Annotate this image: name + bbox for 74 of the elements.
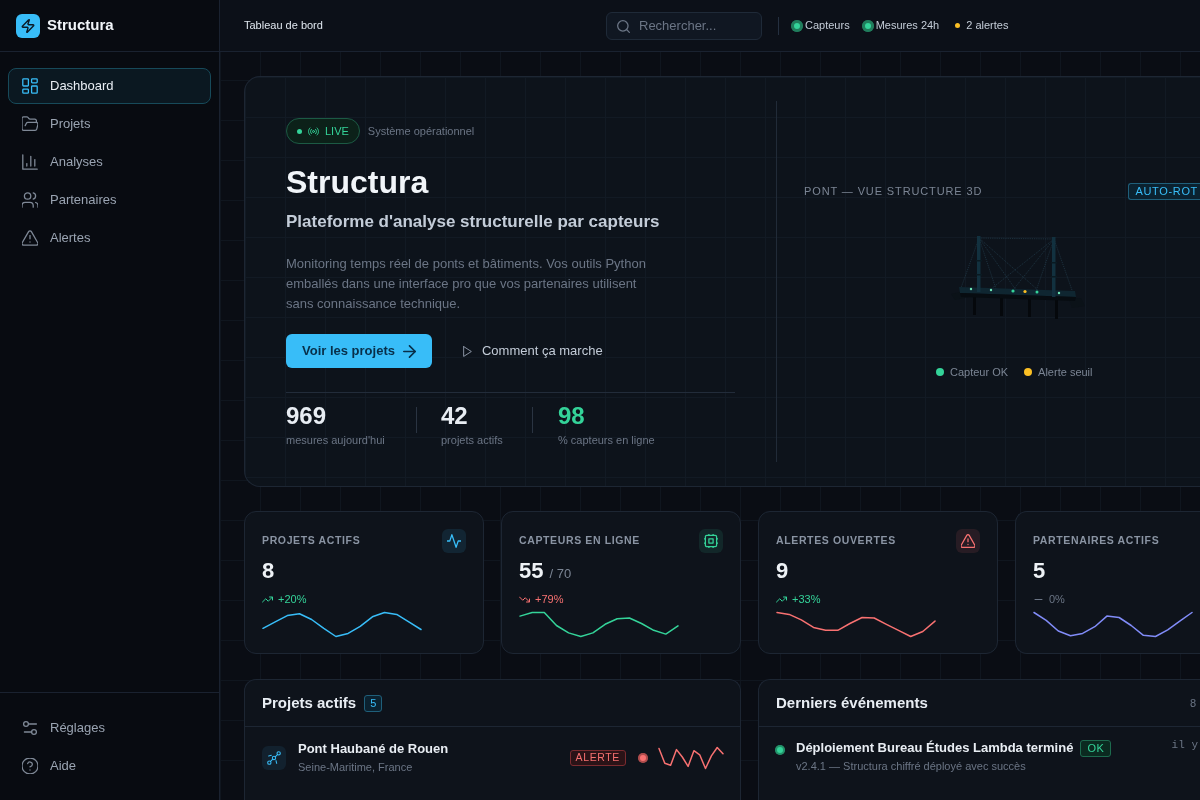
kpi-value: 8	[262, 557, 275, 585]
kpi-label: PARTENAIRES ACTIFS	[1033, 533, 1160, 549]
hero-subtitle: Plateforme d'analyse structurelle par capteurs	[286, 211, 661, 233]
kpi-label: CAPTEURS EN LIGNE	[519, 533, 640, 549]
how-it-works-button[interactable]: Comment ça marche	[447, 334, 617, 368]
kpi-value: 9	[776, 557, 789, 585]
stat-label: % capteurs en ligne	[558, 433, 655, 448]
warning-icon	[956, 529, 980, 553]
users-icon	[22, 192, 38, 208]
logo-bolt-icon	[16, 13, 40, 38]
play-icon	[461, 345, 473, 357]
nodes-icon	[262, 745, 286, 770]
folder-icon	[22, 116, 38, 132]
kpi-change: +79%	[535, 591, 564, 607]
sidebar-nav-item[interactable]: Projets	[8, 106, 211, 142]
legend-label: Alerte seuil	[1038, 364, 1093, 380]
stat-label: mesures aujourd'hui	[286, 433, 386, 448]
sidebar-nav-item[interactable]: Alertes	[8, 220, 211, 256]
search-icon	[617, 19, 630, 33]
chip-icon	[699, 529, 723, 553]
app-name: Structura	[47, 15, 114, 36]
kpi-label: ALERTES OUVERTES	[776, 533, 896, 549]
activity-icon	[442, 529, 466, 553]
help-icon	[22, 758, 38, 774]
system-status-text: Système opérationnel	[367, 123, 475, 139]
trending-up-icon	[262, 593, 273, 605]
status-label: Mesures 24h	[875, 18, 940, 34]
auto-rotate-tag: AUTO-ROT	[1128, 182, 1200, 200]
sidebar-nav-item[interactable]: Réglages	[8, 710, 211, 746]
search-field[interactable]: Rechercher...	[606, 11, 762, 40]
trending-down-icon	[519, 593, 530, 605]
stat-value: 42	[441, 402, 469, 430]
project-location: Seine-Maritime, France	[298, 760, 414, 774]
bar-chart-icon	[22, 154, 38, 170]
viewer-title: PONT — VUE STRUCTURE 3D	[804, 184, 983, 199]
warning-icon	[22, 230, 38, 246]
status-tag: OK	[1080, 739, 1112, 757]
dashboard-icon	[22, 78, 38, 94]
count-tag: 5	[364, 694, 383, 712]
status-label: Capteurs	[805, 18, 850, 34]
live-status-text: LIVE	[325, 123, 349, 139]
kpi-change: 0%	[1049, 591, 1065, 607]
status-label: 2 alertes	[966, 18, 1009, 34]
stat-label: projets actifs	[441, 433, 504, 448]
legend-label: Capteur OK	[950, 364, 1009, 380]
stat-value: 969	[286, 402, 328, 430]
kpi-total: / 70	[549, 565, 572, 583]
event-title: Déploiement Bureau Études Lambda terminé	[796, 739, 1074, 758]
sidebar-nav-item[interactable]: Analyses	[8, 144, 211, 180]
page-title: Tableau de bord	[244, 18, 324, 34]
panel-title: Derniers événements	[776, 692, 928, 713]
project-name: Pont Haubané de Rouen	[298, 741, 449, 757]
panel-title: Projets actifs	[262, 692, 357, 713]
sliders-icon	[22, 720, 38, 736]
kpi-value: 55	[519, 557, 544, 585]
broadcast-icon	[308, 125, 319, 137]
sparkline	[658, 745, 724, 770]
trending-up-icon	[776, 593, 787, 605]
stat-value: 98	[558, 402, 586, 430]
view-projects-button[interactable]: Voir les projets	[286, 334, 432, 368]
event-detail: v2.4.1 — Structura chiffré déployé avec succès	[796, 759, 1027, 773]
sidebar-nav-item[interactable]: Aide	[8, 748, 211, 784]
sidebar-nav-item[interactable]: Partenaires	[8, 182, 211, 218]
hero-description: Monitoring temps réel de ponts et bâtiments. Vos outils Python emballés dans une interface pro que vos partenaires utilisent sans connaissance technique.	[286, 255, 647, 313]
hero-title: Structura	[286, 163, 430, 202]
kpi-value: 5	[1033, 557, 1046, 585]
event-time: il y	[1171, 738, 1198, 753]
kpi-change: +20%	[278, 591, 307, 607]
kpi-label: PROJETS ACTIFS	[262, 533, 361, 549]
status-tag: ALERTE	[569, 749, 626, 766]
arrow-right-icon	[402, 344, 416, 358]
event-count: 8	[1189, 695, 1196, 711]
sidebar-nav-item[interactable]: Dashboard	[8, 68, 211, 104]
kpi-change: +33%	[792, 591, 821, 607]
